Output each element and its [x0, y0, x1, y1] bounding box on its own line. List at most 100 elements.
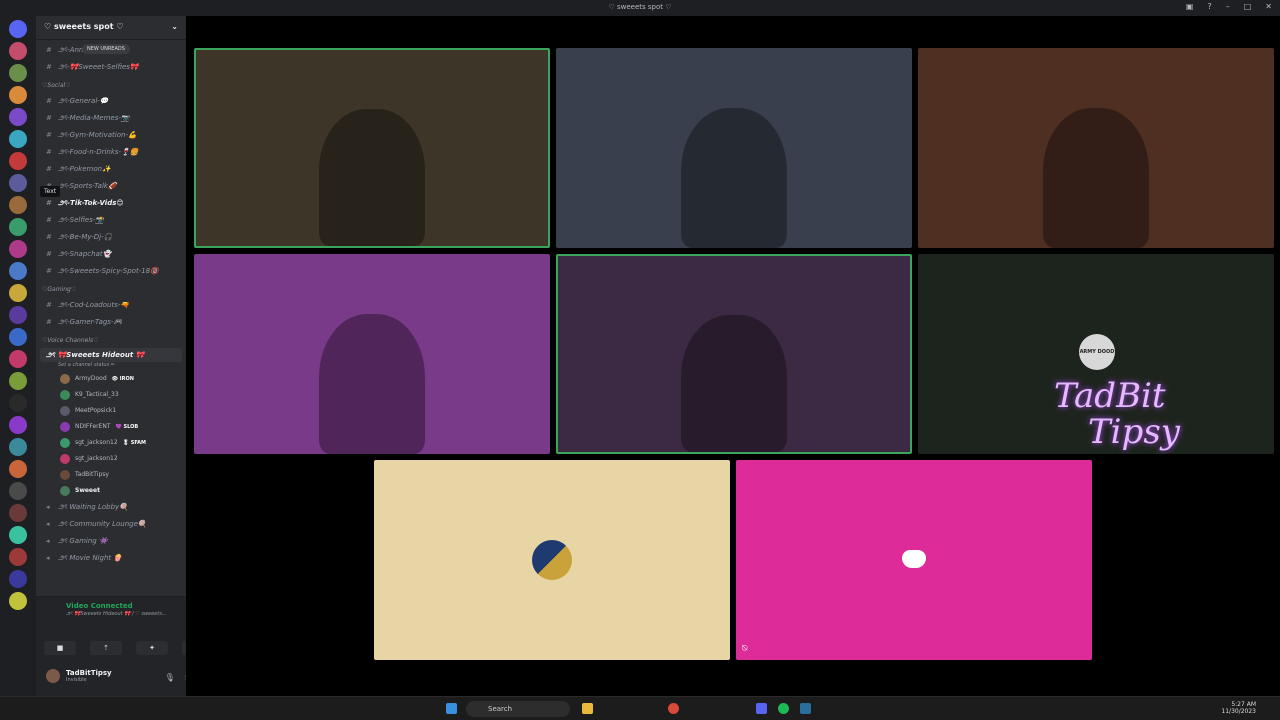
- server-icon[interactable]: [9, 372, 27, 390]
- video-tile[interactable]: ARMY DOOD TadBit Tipsy: [918, 254, 1274, 454]
- text-channel[interactable]: #౨ৎ-Snapchat👻: [40, 246, 182, 263]
- army-badge-icon: ARMY DOOD: [1079, 334, 1115, 370]
- camera-button[interactable]: ■: [44, 641, 76, 655]
- video-tile[interactable]: [194, 48, 550, 248]
- server-icon[interactable]: [9, 504, 27, 522]
- text-channel[interactable]: #౨ৎ-Sports-Talk🏈: [40, 178, 182, 195]
- inbox-icon[interactable]: ▣: [1186, 2, 1194, 11]
- server-icon[interactable]: [9, 86, 27, 104]
- windows-start-icon[interactable]: [446, 703, 457, 714]
- video-tile[interactable]: ⍉: [736, 460, 1092, 660]
- screen-share-button[interactable]: ⇡: [90, 641, 122, 655]
- server-icon[interactable]: [9, 152, 27, 170]
- voice-channel[interactable]: ◂ ౨ৎ Gaming 👾: [40, 533, 182, 550]
- chrome-icon[interactable]: [668, 703, 679, 714]
- server-icon[interactable]: [9, 394, 27, 412]
- discord-taskbar-icon[interactable]: [756, 703, 767, 714]
- server-icon[interactable]: [9, 20, 27, 38]
- channel-status[interactable]: Set a channel status ✏: [40, 362, 182, 371]
- mic-icon[interactable]: 🎙: [165, 673, 175, 682]
- new-unreads-badge[interactable]: NEW UNREADS: [82, 44, 130, 54]
- avatar: [60, 470, 70, 480]
- video-tile[interactable]: [556, 254, 912, 454]
- server-icon[interactable]: [9, 548, 27, 566]
- server-icon[interactable]: [9, 438, 27, 456]
- server-icon[interactable]: [9, 482, 27, 500]
- active-voice-channel[interactable]: ౨ৎ 🎀Sweeets Hideout 🎀: [40, 348, 182, 362]
- voice-channel[interactable]: ◂ ౨ৎ Movie Night 🍿: [40, 550, 182, 567]
- server-rail: [0, 16, 36, 696]
- server-icon[interactable]: [9, 218, 27, 236]
- voice-member[interactable]: sgt_jackson12 🎖 SFAM: [40, 435, 182, 451]
- maximize-button[interactable]: □: [1244, 2, 1252, 11]
- avatar: [60, 390, 70, 400]
- server-icon[interactable]: [9, 262, 27, 280]
- voice-member[interactable]: ArmyDood 👁 IRON: [40, 371, 182, 387]
- voice-member[interactable]: NDIFFerENT 💜 SLOB: [40, 419, 182, 435]
- connected-channel[interactable]: ౨ৎ 🎀Sweeets Hideout 🎀 / ♡ sweeets...: [66, 611, 167, 619]
- server-icon[interactable]: [9, 284, 27, 302]
- text-channel[interactable]: #౨ৎ-Be-My-Dj-🎧: [40, 229, 182, 246]
- channel-category[interactable]: ♡Social♡: [40, 76, 182, 93]
- avatar: [46, 669, 60, 683]
- server-icon[interactable]: [9, 570, 27, 588]
- server-icon[interactable]: [9, 592, 27, 610]
- text-channel[interactable]: #౨ৎ-Media-Memes-📷: [40, 110, 182, 127]
- video-tile[interactable]: [194, 254, 550, 454]
- channel-label: ౨ৎ Community Lounge🍭: [58, 520, 147, 528]
- voice-channel[interactable]: ◂ ౨ৎ Community Lounge🍭: [40, 516, 182, 533]
- voice-member[interactable]: Sweeet: [40, 483, 182, 499]
- server-icon[interactable]: [9, 196, 27, 214]
- close-button[interactable]: ✕: [1265, 2, 1272, 11]
- server-icon[interactable]: [9, 42, 27, 60]
- text-channel[interactable]: #౨ৎ-Pokemon✨: [40, 161, 182, 178]
- server-icon[interactable]: [9, 416, 27, 434]
- voice-member[interactable]: MeetPopsick1: [40, 403, 182, 419]
- channel-category[interactable]: ♡Gaming♡: [40, 280, 182, 297]
- video-tile[interactable]: [918, 48, 1274, 248]
- text-channel[interactable]: #౨ৎ-Gamer-Tags-🎮: [40, 314, 182, 331]
- server-icon[interactable]: [9, 108, 27, 126]
- text-channel[interactable]: #౨ৎ-🎀Sweeet-Selfies🎀: [40, 59, 182, 76]
- text-channel[interactable]: #౨ৎ-Gym-Motivation-💪: [40, 127, 182, 144]
- server-icon[interactable]: [9, 240, 27, 258]
- activities-button[interactable]: ✦: [136, 641, 168, 655]
- channel-label: ౨ৎ-Sports-Talk🏈: [58, 182, 117, 190]
- taskbar-search[interactable]: Search: [466, 701, 570, 717]
- text-channel[interactable]: #౨ৎ-Tik-Tok-Vids😊: [40, 195, 182, 212]
- server-icon[interactable]: [9, 460, 27, 478]
- video-tile[interactable]: [374, 460, 730, 660]
- voice-member[interactable]: K9_Tactical_33: [40, 387, 182, 403]
- server-icon[interactable]: [9, 64, 27, 82]
- server-header[interactable]: ♡ sweeets spot ♡ ⌄: [36, 16, 186, 40]
- file-explorer-icon[interactable]: [582, 703, 593, 714]
- window-title: ♡ sweeets spot ♡: [608, 3, 672, 11]
- channel-label: ౨ৎ-Be-My-Dj-🎧: [58, 233, 113, 241]
- text-channel[interactable]: #౨ৎ-Selfies-📸: [40, 212, 182, 229]
- text-channel[interactable]: #౨ৎ-Cod-Loadouts-🔫: [40, 297, 182, 314]
- server-icon[interactable]: [9, 130, 27, 148]
- video-tile[interactable]: [556, 48, 912, 248]
- channel-category[interactable]: ♡Voice Channels♡: [40, 331, 182, 348]
- chevron-down-icon: ⌄: [171, 22, 178, 31]
- text-channel[interactable]: #౨ৎ-Sweeets-Spicy-Spot-18🔞: [40, 263, 182, 280]
- user-area[interactable]: TadBitTipsy Invisible: [46, 669, 112, 683]
- steam-icon[interactable]: [800, 703, 811, 714]
- server-icon[interactable]: [9, 350, 27, 368]
- server-icon[interactable]: [9, 328, 27, 346]
- channel-label: ౨ৎ Gaming 👾: [58, 537, 108, 545]
- voice-member[interactable]: TadBitTipsy: [40, 467, 182, 483]
- voice-member[interactable]: sgt_jackson12: [40, 451, 182, 467]
- spotify-icon[interactable]: [778, 703, 789, 714]
- minimize-button[interactable]: –: [1226, 2, 1230, 11]
- voice-channel[interactable]: ◂ ౨ৎ Waiting Lobby🍭: [40, 499, 182, 516]
- text-channel[interactable]: #౨ৎ-General-💬: [40, 93, 182, 110]
- video-connected-status[interactable]: Video Connected: [66, 602, 133, 610]
- server-icon[interactable]: [9, 306, 27, 324]
- channel-label: ౨ৎ-Snapchat👻: [58, 250, 112, 258]
- server-icon[interactable]: [9, 526, 27, 544]
- help-icon[interactable]: ?: [1207, 2, 1211, 11]
- server-icon[interactable]: [9, 174, 27, 192]
- system-clock[interactable]: 5:27 AM 11/30/2023: [1221, 701, 1256, 715]
- text-channel[interactable]: #౨ৎ-Food-n-Drinks-🍷🍔: [40, 144, 182, 161]
